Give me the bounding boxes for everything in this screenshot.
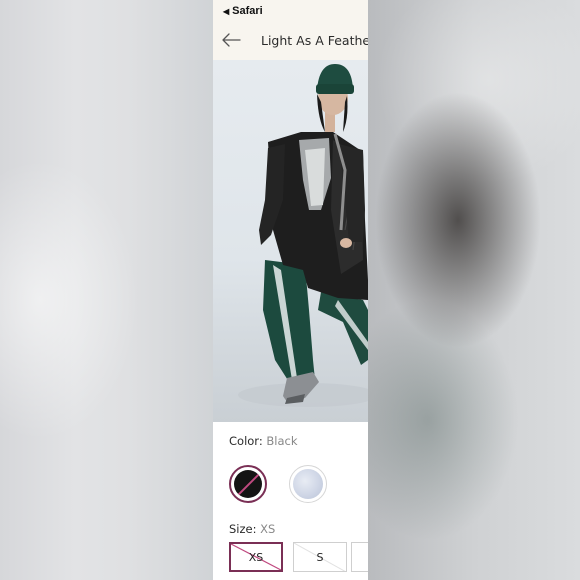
blurred-background-left	[0, 0, 213, 580]
color-value: Black	[266, 434, 298, 448]
color-label: Color:	[229, 434, 263, 448]
size-button-xs[interactable]: XS	[229, 542, 283, 572]
back-to-app-label[interactable]: Safari	[232, 5, 263, 17]
size-value: XS	[260, 522, 276, 536]
navigation-bar: Light As A Feather	[213, 22, 368, 60]
size-label: Size:	[229, 522, 257, 536]
size-option-label: Size: XS	[229, 522, 275, 536]
blurred-background-right	[368, 0, 580, 580]
product-options: Color: Black Size: XS XS S	[213, 422, 368, 580]
product-image[interactable]	[213, 60, 368, 422]
size-button-s[interactable]: S	[293, 542, 347, 572]
status-bar: ◀ Safari	[213, 0, 368, 22]
size-label-s: S	[316, 550, 324, 564]
phone-screen: ◀ Safari Light As A Feather Color: Black…	[213, 0, 368, 580]
swatch-fill	[234, 470, 262, 498]
color-swatch-heather[interactable]	[289, 465, 327, 503]
back-to-app-icon[interactable]: ◀	[223, 7, 229, 16]
page-title: Light As A Feather	[261, 33, 368, 48]
size-label-xs: XS	[248, 550, 264, 564]
swatch-fill	[293, 469, 323, 499]
model-photo	[238, 64, 368, 407]
back-arrow-icon[interactable]	[221, 32, 241, 48]
size-button-next[interactable]	[351, 542, 368, 572]
unavailable-slash	[236, 471, 262, 497]
color-option-label: Color: Black	[229, 434, 297, 448]
color-swatch-black[interactable]	[229, 465, 267, 503]
